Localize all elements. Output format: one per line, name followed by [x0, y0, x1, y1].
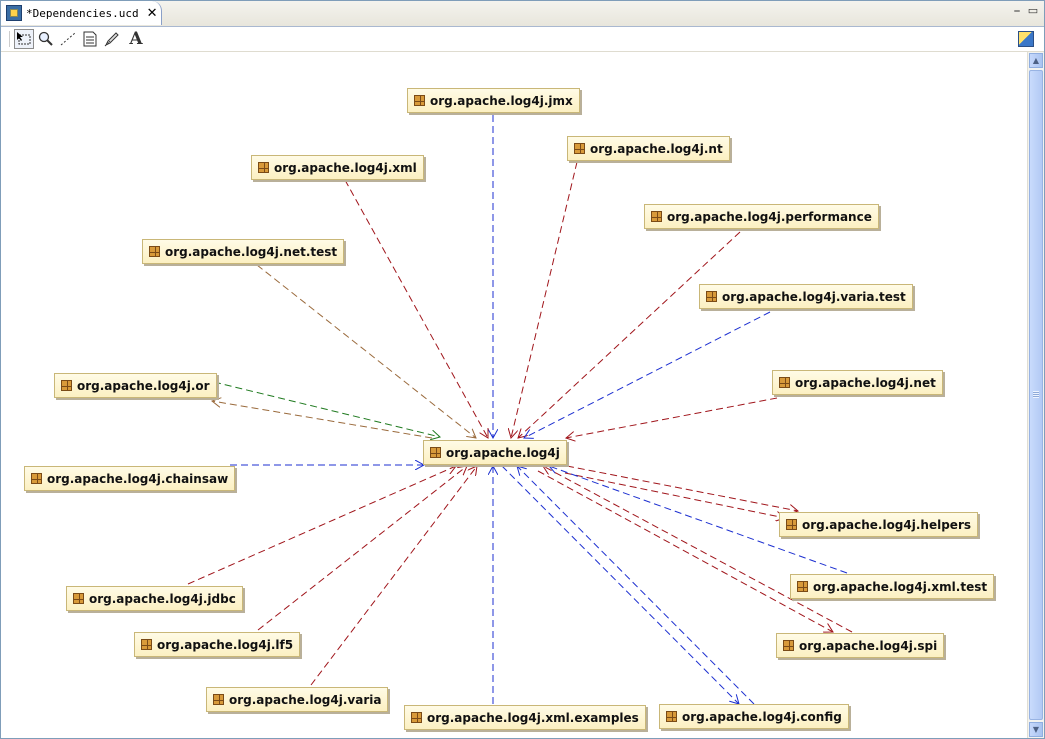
- edge-performance: [518, 231, 741, 438]
- edge-log4j-to-config: [501, 465, 739, 704]
- package-icon: [786, 519, 797, 530]
- package-icon: [414, 95, 425, 106]
- tab-dependencies[interactable]: *Dependencies.ucd ✕: [1, 1, 162, 25]
- edge-or-to-log4j: [213, 381, 440, 437]
- edge-net-test: [256, 264, 476, 438]
- package-node-config[interactable]: org.apache.log4j.config: [659, 704, 849, 729]
- package-label: org.apache.log4j.jdbc: [89, 591, 236, 606]
- edge-xml: [344, 179, 488, 438]
- package-node-jdbc[interactable]: org.apache.log4j.jdbc: [66, 586, 243, 611]
- package-label: org.apache.log4j.varia: [229, 692, 382, 707]
- package-label: org.apache.log4j.config: [682, 709, 842, 724]
- package-icon: [779, 377, 790, 388]
- package-label: org.apache.log4j.net: [795, 375, 936, 390]
- note-tool[interactable]: [80, 29, 100, 49]
- package-node-spi[interactable]: org.apache.log4j.spi: [776, 633, 945, 658]
- tab-title: *Dependencies.ucd: [26, 6, 139, 20]
- scroll-thumb[interactable]: [1029, 70, 1043, 720]
- package-label: org.apache.log4j.or: [77, 378, 210, 393]
- edge-varia-test: [524, 311, 771, 438]
- link-note-tool[interactable]: [102, 29, 122, 49]
- package-node-or[interactable]: org.apache.log4j.or: [54, 373, 217, 398]
- selection-icon: [17, 32, 31, 45]
- package-label: org.apache.log4j.lf5: [157, 637, 294, 652]
- package-label: org.apache.log4j.performance: [667, 209, 872, 224]
- edge-net: [566, 397, 778, 438]
- grip-icon: [1033, 391, 1039, 398]
- zoom-tool[interactable]: [36, 29, 56, 49]
- package-label: org.apache.log4j.helpers: [802, 517, 972, 532]
- package-label: org.apache.log4j.spi: [799, 638, 938, 653]
- maximize-icon[interactable]: ▭: [1027, 5, 1039, 17]
- package-label: org.apache.log4j: [446, 445, 560, 460]
- close-icon[interactable]: ✕: [147, 7, 158, 20]
- select-tool[interactable]: [14, 29, 34, 49]
- minimize-icon[interactable]: ⎯: [1011, 5, 1023, 17]
- package-node-chainsaw[interactable]: org.apache.log4j.chainsaw: [24, 466, 236, 491]
- editor-tab-strip: *Dependencies.ucd ✕ ⎯ ▭: [1, 1, 1044, 27]
- pen-icon: [104, 32, 119, 47]
- dependency-tool[interactable]: [58, 29, 78, 49]
- diagram-canvas[interactable]: org.apache.log4j.jmx org.apache.log4j.nt…: [2, 52, 1026, 738]
- scroll-up-button[interactable]: ▲: [1029, 53, 1043, 68]
- package-node-xml-examples[interactable]: org.apache.log4j.xml.examples: [404, 705, 646, 730]
- toolbar-separator: [9, 31, 13, 47]
- package-node-net[interactable]: org.apache.log4j.net: [772, 370, 943, 395]
- package-label: org.apache.log4j.xml: [274, 160, 417, 175]
- cube-icon[interactable]: [1018, 31, 1034, 47]
- package-icon: [141, 639, 152, 650]
- package-icon: [411, 712, 422, 723]
- package-icon: [706, 291, 717, 302]
- package-icon: [31, 473, 42, 484]
- package-node-xml-test[interactable]: org.apache.log4j.xml.test: [790, 574, 995, 599]
- edge-log4j-to-spi: [537, 470, 833, 632]
- package-node-lf5[interactable]: org.apache.log4j.lf5: [134, 632, 301, 657]
- package-icon: [651, 211, 662, 222]
- package-icon: [430, 447, 441, 458]
- package-label: org.apache.log4j.net.test: [165, 244, 338, 259]
- package-node-nt[interactable]: org.apache.log4j.nt: [567, 136, 730, 161]
- editor-window: *Dependencies.ucd ✕ ⎯ ▭ A org.apache.log…: [0, 0, 1045, 739]
- package-icon: [213, 694, 224, 705]
- package-label: org.apache.log4j.jmx: [430, 93, 573, 108]
- package-label: org.apache.log4j.xml.examples: [427, 710, 639, 725]
- package-node-net-test[interactable]: org.apache.log4j.net.test: [142, 239, 345, 264]
- package-node-xml[interactable]: org.apache.log4j.xml: [251, 155, 424, 180]
- package-node-varia[interactable]: org.apache.log4j.varia: [206, 687, 389, 712]
- package-icon: [258, 162, 269, 173]
- package-icon: [61, 380, 72, 391]
- dotted-line-icon: [60, 32, 76, 46]
- package-node-varia-test[interactable]: org.apache.log4j.varia.test: [699, 284, 913, 309]
- edge-config-to-log4j: [517, 466, 755, 705]
- scroll-down-button[interactable]: ▼: [1029, 722, 1043, 737]
- package-node-helpers[interactable]: org.apache.log4j.helpers: [779, 512, 979, 537]
- package-icon: [797, 581, 808, 592]
- package-label: org.apache.log4j.xml.test: [813, 579, 988, 594]
- edge-log4j-to-or: [212, 401, 433, 439]
- package-icon: [149, 246, 160, 257]
- package-icon: [783, 640, 794, 651]
- package-node-jmx[interactable]: org.apache.log4j.jmx: [407, 88, 580, 113]
- text-A-icon[interactable]: A: [126, 29, 146, 49]
- edge-varia: [310, 466, 477, 686]
- magnifier-icon: [38, 31, 53, 46]
- edge-spi-to-log4j: [543, 466, 853, 633]
- vertical-scrollbar[interactable]: ▲ ▼: [1027, 52, 1044, 738]
- package-icon: [666, 711, 677, 722]
- diagram-toolbar: A: [1, 27, 1044, 52]
- note-icon: [83, 31, 97, 47]
- package-label: org.apache.log4j.nt: [590, 141, 723, 156]
- edge-nt: [511, 161, 578, 438]
- edge-log4j-to-helpers-1: [566, 465, 798, 511]
- package-node-performance[interactable]: org.apache.log4j.performance: [644, 204, 879, 229]
- package-label: org.apache.log4j.varia.test: [722, 289, 906, 304]
- package-label: org.apache.log4j.chainsaw: [47, 471, 229, 486]
- package-icon: [73, 593, 84, 604]
- class-diagram-icon: [6, 5, 22, 21]
- package-node-log4j[interactable]: org.apache.log4j: [423, 440, 567, 465]
- package-icon: [574, 143, 585, 154]
- edge-lf5: [257, 466, 467, 631]
